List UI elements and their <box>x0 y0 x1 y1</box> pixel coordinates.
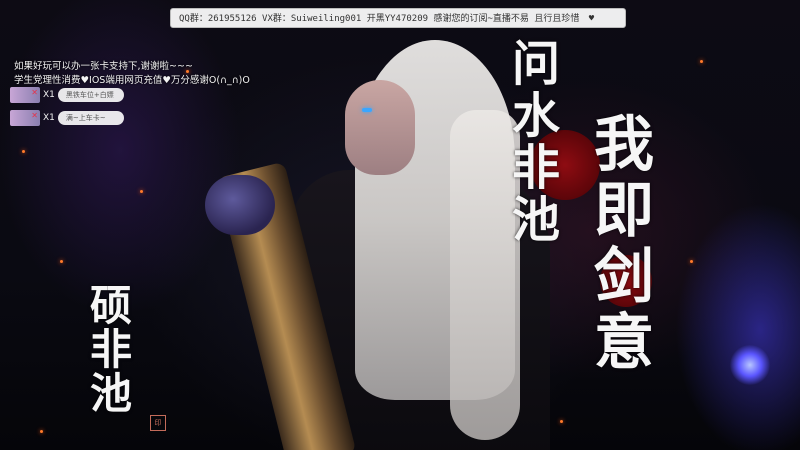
calligraphy-column-2: 我 即 剑 意 <box>594 115 664 373</box>
ember <box>22 150 25 153</box>
ember <box>690 260 693 263</box>
gift-card-thumbnail: ✕ <box>10 87 40 103</box>
gift-card-row: ✕ X1 满~上车卡~ <box>10 109 124 127</box>
gift-card-row: ✕ X1 黑铁车位+白嫖 <box>10 86 124 104</box>
ember <box>60 260 63 263</box>
card-mark-icon: ✕ <box>31 88 38 97</box>
character-eye <box>362 108 372 112</box>
calligraphy-column-1: 问 水 非 池 <box>512 40 562 244</box>
blue-flame-glow <box>730 345 770 385</box>
gift-card-count: X1 <box>43 113 55 123</box>
gift-card-label: 黑铁车位+白嫖 <box>57 88 124 102</box>
gift-card-count: X1 <box>43 90 55 100</box>
ember <box>560 420 563 423</box>
calligraphy-char: 池 <box>90 369 133 418</box>
sword-hand <box>205 175 275 235</box>
calligraphy-char: 意 <box>594 308 654 378</box>
gift-card-thumbnail: ✕ <box>10 110 40 126</box>
calligraphy-char: 问 <box>512 36 561 92</box>
character-face <box>345 80 415 175</box>
calligraphy-char: 水 <box>512 88 561 144</box>
calligraphy-char: 硕 <box>90 281 133 330</box>
ember <box>40 430 43 433</box>
heart-icon: ♥ <box>588 14 595 24</box>
gift-card-label: 满~上车卡~ <box>57 111 124 125</box>
info-banner: QQ群：261955126 VX群：Suiweiling001 开黑YY4702… <box>170 8 626 28</box>
seal-stamp: 印 <box>150 415 166 431</box>
donation-line-1: 如果好玩可以办一张卡支持下,谢谢啦~~~ <box>14 61 193 72</box>
ember <box>700 60 703 63</box>
card-mark-icon: ✕ <box>31 111 38 120</box>
calligraphy-char: 非 <box>90 325 133 374</box>
calligraphy-char: 池 <box>512 192 561 248</box>
calligraphy-char: 即 <box>594 176 654 246</box>
banner-text: QQ群：261955126 VX群：Suiweiling001 开黑YY4702… <box>179 14 580 24</box>
calligraphy-signature: 硕 非 池 <box>90 285 150 415</box>
character-hair-strand <box>450 110 520 440</box>
donation-note: 如果好玩可以办一张卡支持下,谢谢啦~~~ 学生党理性消费♥IOS端用网页充值♥万… <box>14 60 250 88</box>
calligraphy-char: 非 <box>512 140 561 196</box>
calligraphy-char: 我 <box>594 110 654 180</box>
calligraphy-char: 剑 <box>594 242 654 312</box>
ember <box>140 190 143 193</box>
stream-scene: QQ群：261955126 VX群：Suiweiling001 开黑YY4702… <box>0 0 800 450</box>
